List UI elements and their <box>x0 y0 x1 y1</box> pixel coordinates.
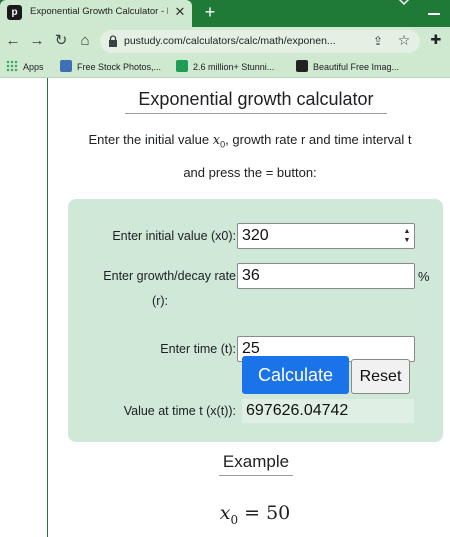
minimize-window-icon[interactable] <box>428 13 440 15</box>
instructions-text: Enter the initial value <box>88 132 213 147</box>
instructions-variable: x <box>212 133 221 148</box>
page-title: Exponential growth calculator <box>125 86 387 114</box>
address-bar[interactable]: pustudy.com/calculators/calc/math/expone… <box>100 30 420 53</box>
initial-value-label: Enter initial value (x0): <box>112 229 236 243</box>
photo-site-icon <box>60 60 72 72</box>
page-content: Exponential growth calculator Enter the … <box>0 78 450 537</box>
chevron-down-icon[interactable] <box>396 0 412 10</box>
percent-unit: % <box>418 269 430 284</box>
example-heading: Example <box>219 450 293 476</box>
apps-grid-icon <box>6 60 18 72</box>
instructions-text-rest: , growth rate r and time interval t <box>225 132 412 147</box>
instructions: Enter the initial value x0, growth rate … <box>60 126 440 186</box>
example-formula: x0 = 50 <box>190 502 320 527</box>
bookmarks-bar: Apps Free Stock Photos,... 2.6 million+ … <box>0 56 450 78</box>
tab-strip: p Exponential Growth Calculator - F ✕ + <box>0 0 450 27</box>
instructions-line2: and press the = button: <box>183 164 317 180</box>
site-favicon-icon: p <box>7 5 22 20</box>
browser-tab[interactable]: p Exponential Growth Calculator - F ✕ <box>0 0 192 27</box>
formula-variable: x <box>219 502 231 524</box>
browser-toolbar: ← → ↻ ⌂ pustudy.com/calculators/calc/mat… <box>0 27 450 56</box>
time-text: 25 <box>242 340 260 357</box>
close-tab-icon[interactable]: ✕ <box>172 4 188 20</box>
initial-value-input[interactable]: 320 ▲ ▼ <box>237 223 415 249</box>
reset-button[interactable]: Reset <box>351 359 410 394</box>
number-spinner-icon[interactable]: ▲ ▼ <box>403 227 411 245</box>
rate-label-suffix: (r): <box>152 294 168 308</box>
new-tab-button[interactable]: + <box>200 2 220 22</box>
image-site-icon <box>296 60 308 72</box>
share-icon[interactable]: ⇪ <box>370 33 386 49</box>
rate-label: Enter growth/decay rate <box>103 269 236 283</box>
bookmark-star-icon[interactable]: ☆ <box>396 32 412 48</box>
calculate-button[interactable]: Calculate <box>242 356 349 394</box>
forward-arrow-icon[interactable]: → <box>28 32 46 50</box>
time-label: Enter time (t): <box>160 342 236 356</box>
page-left-border <box>47 78 48 537</box>
url-text: pustudy.com/calculators/calc/math/expone… <box>124 35 336 47</box>
back-arrow-icon[interactable]: ← <box>4 32 22 50</box>
growth-rate-input[interactable]: 36 <box>237 263 415 289</box>
bookmark-apps[interactable]: Apps <box>6 60 44 74</box>
formula-value: = 50 <box>238 502 291 524</box>
tab-title: Exponential Growth Calculator - F <box>30 6 168 17</box>
extensions-puzzle-icon[interactable]: ✚ <box>428 32 444 48</box>
lock-icon <box>109 35 117 47</box>
formula-subscript: 0 <box>230 512 239 527</box>
bookmark-free-stock-photos[interactable]: Free Stock Photos,... <box>60 60 161 74</box>
growth-rate-text: 36 <box>242 267 260 284</box>
px-site-icon <box>176 60 188 72</box>
home-icon[interactable]: ⌂ <box>76 32 94 50</box>
bookmark-stunning-images[interactable]: 2.6 million+ Stunni... <box>176 60 274 74</box>
bookmark-beautiful-images[interactable]: Beautiful Free Imag... <box>296 60 399 74</box>
calculator-panel: Enter initial value (x0): 320 ▲ ▼ Enter t… <box>68 199 443 442</box>
result-output: 697626.04742 <box>242 399 414 423</box>
initial-value-text: 320 <box>242 227 269 244</box>
result-label: Value at time t (x(t)): <box>123 404 236 418</box>
reload-icon[interactable]: ↻ <box>52 32 70 50</box>
